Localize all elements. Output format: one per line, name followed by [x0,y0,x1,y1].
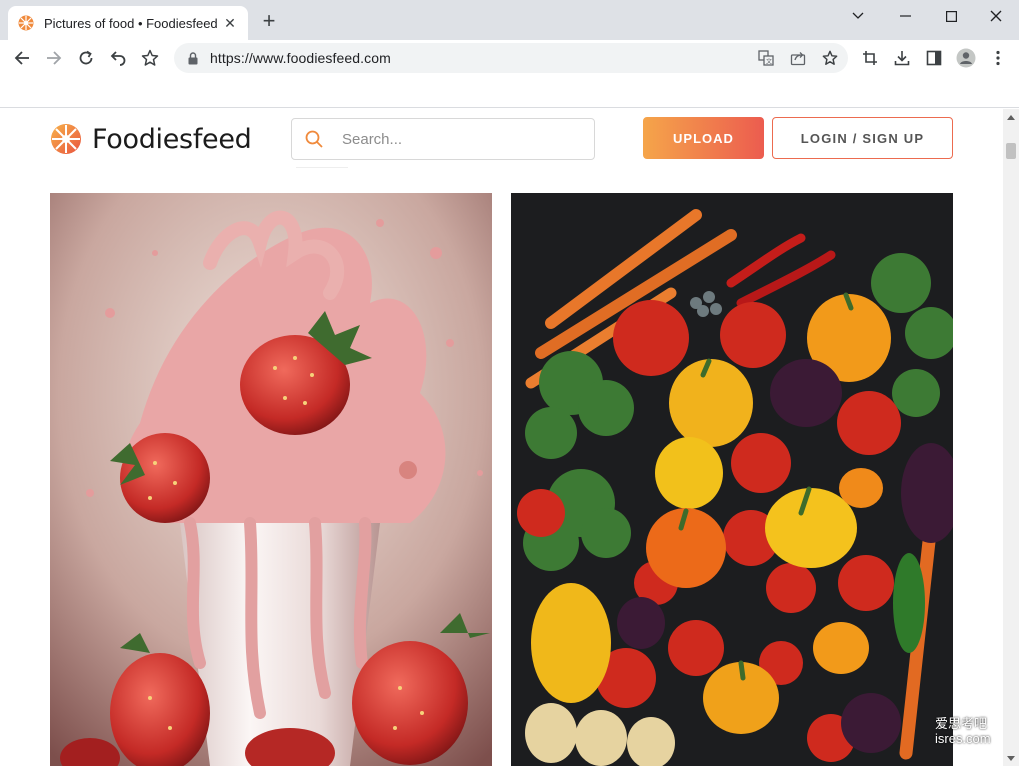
scrollbar-thumb[interactable] [1006,143,1016,159]
watermark-line2: isres.com [935,731,991,746]
photo-card-vegetables[interactable] [511,193,953,766]
vegetables-image [511,193,953,766]
svg-text:文: 文 [766,58,772,66]
new-tab-icon[interactable]: + [259,8,279,33]
side-panel-icon[interactable] [922,46,946,70]
back-icon[interactable] [10,46,34,70]
address-bar[interactable]: https://www.foodiesfeed.com 文 [174,43,848,73]
scroll-down-arrow-icon[interactable] [1003,750,1019,766]
chevron-down-icon[interactable] [835,0,881,32]
page-scrollbar[interactable] [1003,109,1019,766]
orange-slice-logo-icon [51,124,81,154]
bookmark-star-icon[interactable] [138,46,162,70]
scroll-up-arrow-icon[interactable] [1003,109,1019,125]
tab-title: Pictures of food • Foodiesfeed [44,15,218,31]
download-icon[interactable] [890,46,914,70]
upload-button[interactable]: UPLOAD [643,117,764,159]
search-input[interactable] [342,130,572,148]
translate-icon[interactable]: 文 [754,46,778,70]
close-window-icon[interactable] [973,0,1019,32]
url-text: https://www.foodiesfeed.com [210,50,391,66]
undo-icon[interactable] [106,46,130,70]
lock-icon[interactable] [186,51,200,65]
foodiesfeed-favicon-icon [18,15,34,31]
minimize-icon[interactable] [882,0,928,32]
crop-screenshot-icon[interactable] [858,46,882,70]
watermark-line1: 爱思考吧 [935,716,988,731]
star-icon[interactable] [818,46,842,70]
forward-icon[interactable] [42,46,66,70]
site-logo[interactable]: Foodiesfeed [50,123,252,155]
site-logo-text: Foodiesfeed [92,123,252,155]
tab-close-icon[interactable]: ✕ [222,15,238,31]
watermark: 爱思考吧 isres.com [935,716,991,746]
site-search-box[interactable] [291,118,595,160]
toolbar-divider [0,76,1019,108]
login-signup-button[interactable]: LOGIN / SIGN UP [772,117,953,159]
photo-card-strawberry-milkshake[interactable] [50,193,492,766]
browser-tab[interactable]: Pictures of food • Foodiesfeed ✕ [8,6,248,40]
search-icon [305,130,323,148]
page-viewport: Foodiesfeed UPLOAD LOGIN / SIGN UP [0,109,1003,766]
strawberry-milkshake-image [50,193,492,766]
maximize-icon[interactable] [928,0,974,32]
share-icon[interactable] [786,46,810,70]
browser-toolbar: https://www.foodiesfeed.com 文 [0,40,1019,76]
profile-avatar-icon[interactable] [954,46,978,70]
more-menu-icon[interactable] [986,46,1010,70]
reload-icon[interactable] [74,46,98,70]
search-divider [296,167,348,168]
browser-titlebar: Pictures of food • Foodiesfeed ✕ + [0,0,1019,40]
